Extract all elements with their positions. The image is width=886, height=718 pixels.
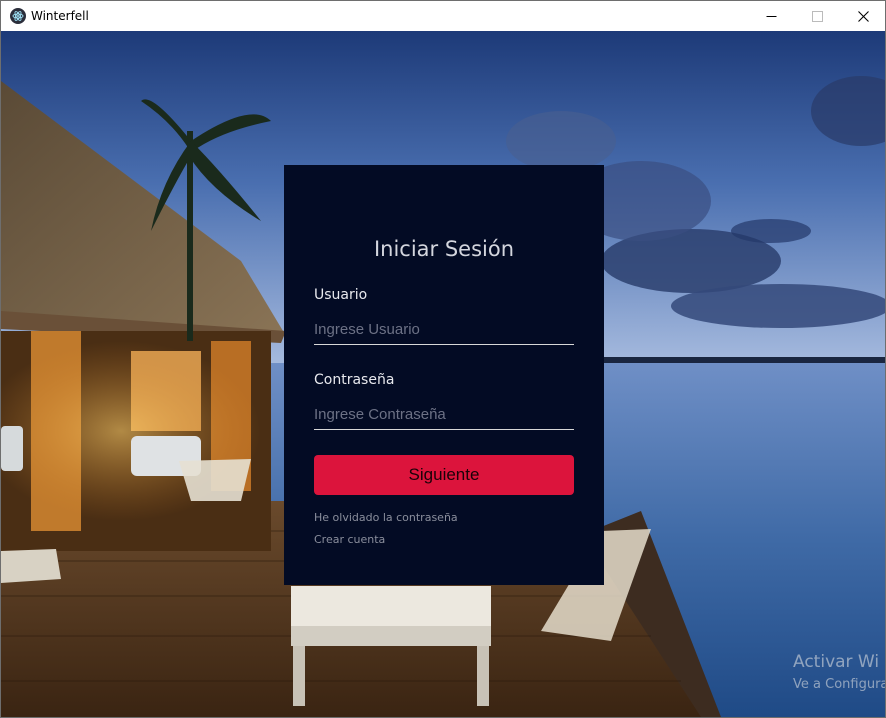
title-bar[interactable]: Winterfell <box>1 1 885 31</box>
minimize-button[interactable] <box>748 1 794 31</box>
create-account-link[interactable]: Crear cuenta <box>314 533 385 546</box>
activation-watermark-title: Activar Wi <box>793 652 880 672</box>
minimize-icon <box>766 15 776 17</box>
next-button[interactable]: Siguiente <box>314 455 574 495</box>
username-label: Usuario <box>314 287 368 303</box>
maximize-icon <box>811 10 823 22</box>
activation-watermark-subtitle: Ve a Configura <box>793 677 886 692</box>
close-button[interactable] <box>840 1 885 31</box>
maximize-button[interactable] <box>794 1 840 31</box>
forgot-password-link[interactable]: He olvidado la contraseña <box>314 511 458 524</box>
login-panel: Iniciar Sesión Usuario Contraseña Siguie… <box>284 165 604 585</box>
close-icon <box>857 10 869 22</box>
window-title: Winterfell <box>31 9 89 23</box>
username-input[interactable] <box>314 315 574 345</box>
app-window: Winterfell Iniciar Sesión Usuario Ingres… <box>0 0 886 718</box>
password-input[interactable] <box>314 400 574 430</box>
password-label: Contraseña <box>314 372 395 388</box>
page-title: Iniciar Sesión <box>373 237 515 261</box>
electron-atom-icon <box>10 8 26 24</box>
